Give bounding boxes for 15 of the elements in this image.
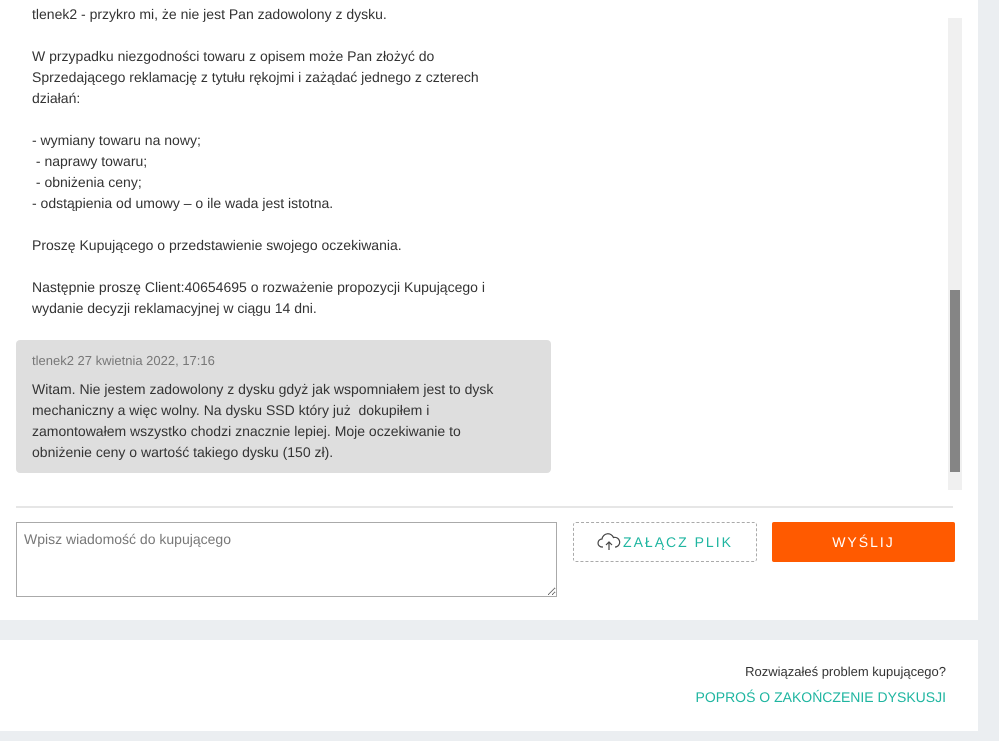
message-text: W przypadku niezgodności towaru z opisem może Pan złożyć do Sprzedającego reklamację z tytułu rękojmi i zażądać jednego z czterech działań:	[32, 47, 480, 108]
message-meta: tlenek2 27 kwietnia 2022, 17:16	[32, 352, 216, 370]
end-discussion-link[interactable]: POPROŚ O ZAKOŃCZENIE DYSKUSJI	[696, 688, 946, 707]
message-text: Proszę Kupującego o przedstawienie swojego oczekiwania.	[32, 236, 403, 255]
send-button[interactable]: WYŚLIJ	[772, 522, 955, 562]
message-text: - wymiany towaru na nowy; - naprawy towaru; - obniżenia ceny; - odstąpienia od umowy – o ile wada jest istotna.	[32, 131, 334, 213]
cloud-upload-icon	[597, 533, 622, 551]
message-text: tlenek2 - przykro mi, że nie jest Pan zadowolony z dysku.	[32, 5, 388, 24]
message-text: Następnie proszę Client:40654695 o rozważenie propozycji Kupującego i wydanie decyzji reklamacyjnej w ciągu 14 dni.	[32, 278, 486, 318]
message-text: Witam. Nie jestem zadowolony z dysku gdyż jak wspomniałem jest to dysk mechaniczny a więc wolny. Na dysku SSD który już dokupiłem i zamontowałem wszystko chodzi znacznie lepiej. Moje oczekiwanie to obniżenie ceny o wartość takiego dysku (150 zł).	[32, 380, 494, 462]
attach-file-button[interactable]: ZAŁĄCZ PLIK	[573, 522, 757, 562]
scrollbar[interactable]	[948, 18, 962, 490]
message-input[interactable]: Wpisz wiadomość do kupującego	[16, 522, 557, 597]
question-text: Rozwiązałeś problem kupującego?	[745, 663, 946, 681]
scrollbar-thumb[interactable]	[950, 290, 960, 472]
